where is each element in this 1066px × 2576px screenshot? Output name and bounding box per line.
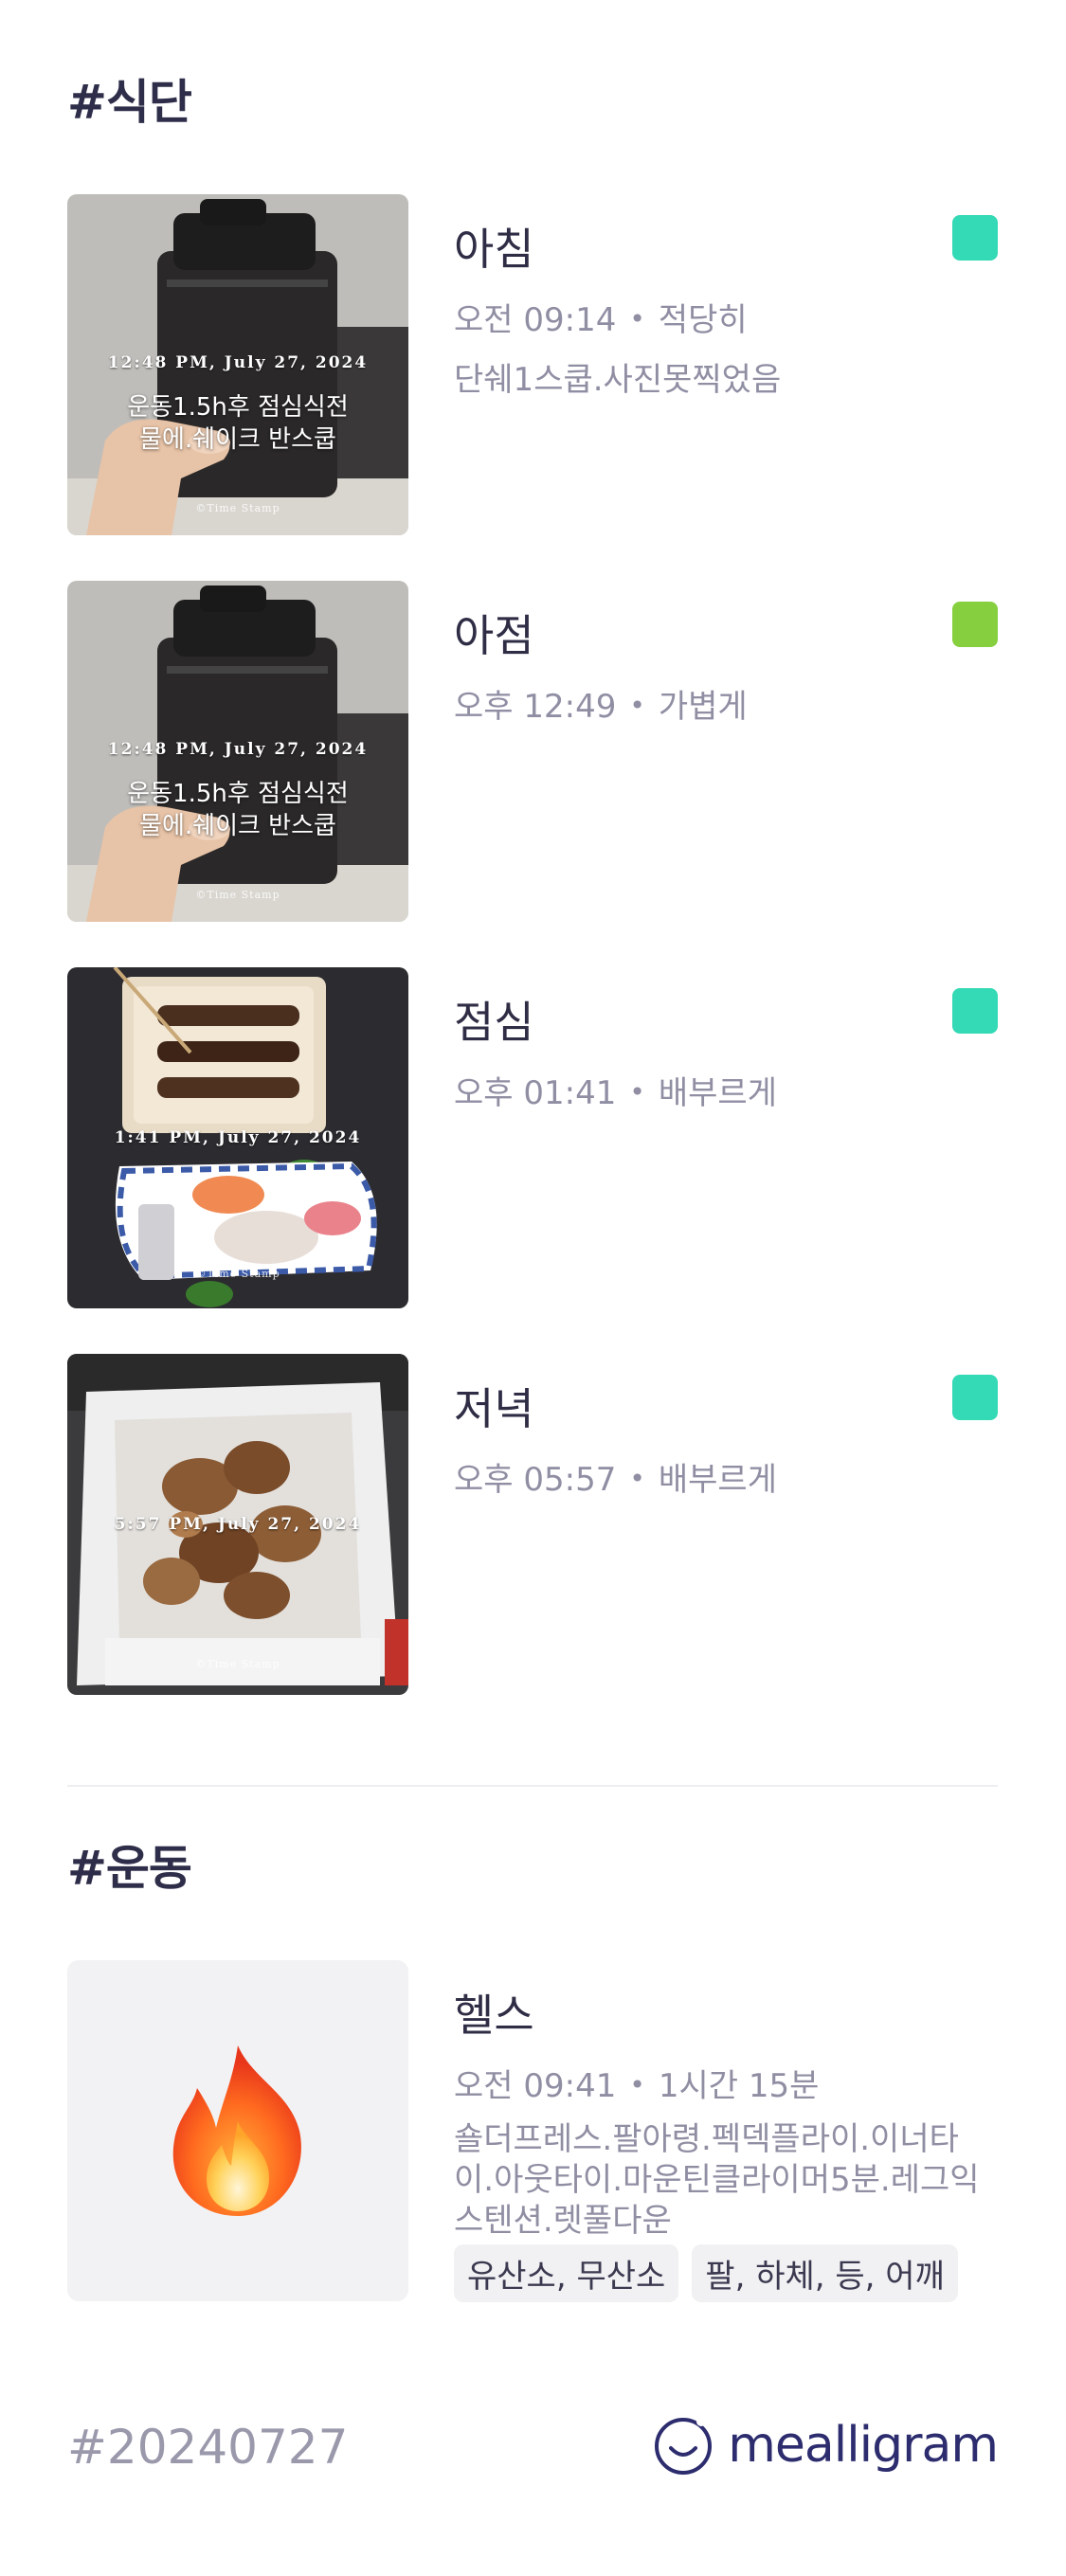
photo-note-line: 운동1.5h후 점심식전 [127, 780, 349, 808]
fire-icon [172, 2045, 301, 2216]
exercise-card[interactable]: 헬스 오전 09:41 • 1시간 15분 숄더프레스.팔아령.펙덱플라이.이너타이… [67, 1960, 998, 2311]
photo-watermark: ©Time Stamp [195, 1268, 280, 1280]
exercise-duration: 1시간 15분 [658, 2067, 820, 2105]
exercise-name: 헬스 [454, 1990, 534, 2041]
meal-card-dinner[interactable]: 5:57 PM, July 27, 2024 ©Time Stamp 저녁 오후… [67, 1354, 998, 1695]
meal-name: 점심 [454, 997, 534, 1048]
meal-name: 아침 [454, 224, 534, 275]
photo-note-line: 운동1.5h후 점심식전 [127, 393, 349, 422]
meal-portion: 배부르게 [658, 1074, 777, 1112]
separator-dot: • [629, 303, 645, 334]
photo-note-line: 물에.쉐이크 반스쿱 [139, 425, 336, 454]
meal-portion: 가볍게 [658, 688, 748, 726]
meal-portion: 배부르게 [658, 1461, 777, 1499]
meal-portion: 적당히 [658, 301, 748, 339]
body-part-chip: 팔, 하체, 등, 어깨 [692, 2244, 958, 2302]
photo-watermark: ©Time Stamp [195, 1658, 280, 1670]
meal-time: 오후 12:49 [454, 688, 617, 726]
photo-timestamp: 1:41 PM, July 27, 2024 [114, 1128, 362, 1147]
exercise-thumbnail[interactable] [67, 1960, 408, 2301]
meal-name: 저녁 [454, 1383, 534, 1434]
meal-photo[interactable]: 1:41 PM, July 27, 2024 ©Time Stamp [67, 967, 408, 1308]
brand-logo: mealligram [652, 2414, 999, 2477]
meal-color-tag [952, 988, 998, 1034]
footer-date: #20240727 [67, 2420, 349, 2475]
meal-card-lunch[interactable]: 1:41 PM, July 27, 2024 ©Time Stamp 점심 오후… [67, 967, 998, 1308]
separator-dot: • [629, 2069, 645, 2100]
meal-card-brunch[interactable]: 12:48 PM, July 27, 2024 운동1.5h후 점심식전 물에.… [67, 581, 998, 922]
photo-timestamp: 12:48 PM, July 27, 2024 [107, 353, 369, 372]
separator-dot: • [629, 690, 645, 721]
section-divider [67, 1785, 998, 1787]
photo-note-line: 물에.쉐이크 반스쿱 [139, 812, 336, 840]
separator-dot: • [629, 1463, 645, 1494]
meal-photo[interactable]: 5:57 PM, July 27, 2024 ©Time Stamp [67, 1354, 408, 1695]
meal-meta: 오전 09:14 • 적당히 [454, 294, 748, 340]
exercise-chips: 유산소, 무산소 팔, 하체, 등, 어깨 [454, 2244, 958, 2302]
meal-meta: 오후 01:41 • 배부르게 [454, 1067, 777, 1113]
meal-color-tag [952, 1375, 998, 1420]
exercise-time: 오전 09:41 [454, 2067, 617, 2105]
exercise-memo: 숄더프레스.팔아령.펙덱플라이.이너타이.아웃타이.마운틴클라이머5분.레그익스… [454, 2120, 980, 2240]
meal-photo[interactable]: 12:48 PM, July 27, 2024 운동1.5h후 점심식전 물에.… [67, 194, 408, 535]
exercise-meta: 오전 09:41 • 1시간 15분 [454, 2060, 819, 2106]
meal-time: 오후 05:57 [454, 1461, 617, 1499]
photo-watermark: ©Time Stamp [195, 502, 280, 514]
meal-memo: 단쉐1스쿱.사진못찍었음 [454, 361, 782, 399]
brand-name: mealligram [728, 2417, 999, 2474]
exercise-type-chip: 유산소, 무산소 [454, 2244, 679, 2302]
meal-meta: 오후 05:57 • 배부르게 [454, 1453, 777, 1500]
mealligram-logo-icon [655, 2417, 713, 2475]
photo-watermark: ©Time Stamp [195, 889, 280, 901]
separator-dot: • [629, 1076, 645, 1108]
meal-photo[interactable]: 12:48 PM, July 27, 2024 운동1.5h후 점심식전 물에.… [67, 581, 408, 922]
meal-card-breakfast[interactable]: 12:48 PM, July 27, 2024 운동1.5h후 점심식전 물에.… [67, 194, 998, 535]
meal-time: 오후 01:41 [454, 1074, 617, 1112]
meal-time: 오전 09:14 [454, 301, 617, 339]
diet-section-title: #식단 [67, 75, 192, 130]
meal-color-tag [952, 215, 998, 261]
meal-meta: 오후 12:49 • 가볍게 [454, 680, 748, 727]
exercise-section-title: #운동 [67, 1841, 192, 1896]
meal-name: 아점 [454, 610, 534, 661]
photo-timestamp: 12:48 PM, July 27, 2024 [107, 740, 369, 759]
photo-timestamp: 5:57 PM, July 27, 2024 [114, 1515, 362, 1534]
meal-color-tag [952, 602, 998, 647]
